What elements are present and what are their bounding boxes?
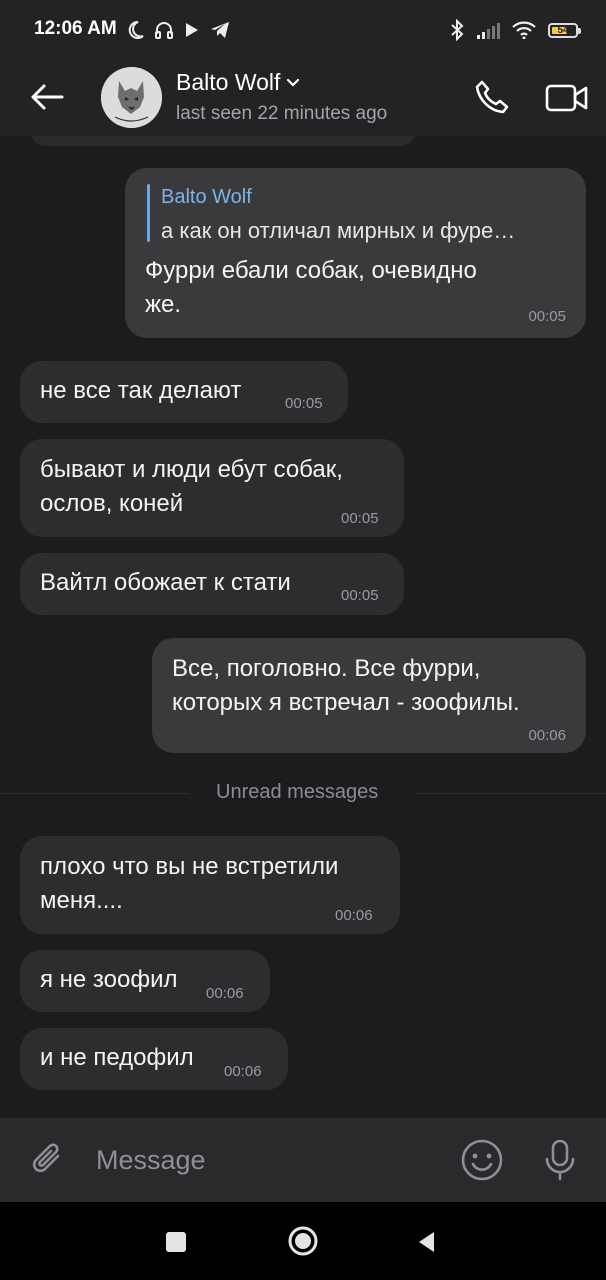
- message-bubble-outgoing[interactable]: Все, поголовно. Все фурри, которых я вст…: [152, 638, 586, 753]
- paperclip-icon: [32, 1143, 60, 1173]
- message-text: Фурри ебали собак, очевидно же.: [145, 257, 477, 318]
- message-text: плохо что вы не встретили меня....: [40, 853, 339, 914]
- unread-messages-label: Unread messages: [216, 781, 379, 803]
- bluetooth-icon: [451, 19, 464, 41]
- unread-divider-right: [416, 793, 606, 794]
- message-time: 00:06: [224, 1063, 262, 1080]
- voice-call-button[interactable]: [468, 74, 516, 122]
- message-bubble-incoming[interactable]: я не зоофил 00:06: [20, 950, 270, 1012]
- smiley-icon: [461, 1139, 503, 1181]
- previous-message-edge: [30, 136, 416, 146]
- message-input[interactable]: [96, 1138, 426, 1182]
- reply-author: Balto Wolf: [161, 186, 252, 208]
- emoji-button[interactable]: [458, 1136, 506, 1184]
- video-call-button[interactable]: [542, 74, 592, 122]
- message-text: и не педофил: [40, 1044, 194, 1071]
- phone-icon: [475, 80, 509, 114]
- message-text: я не зоофил: [40, 966, 178, 993]
- system-nav-bar: [0, 1202, 606, 1280]
- message-time: 00:06: [206, 985, 244, 1002]
- status-time: 12:06 AM: [34, 18, 117, 39]
- headphones-icon: [155, 22, 173, 39]
- chevron-down-icon: [287, 78, 300, 87]
- contact-name[interactable]: Balto Wolf: [176, 69, 300, 96]
- message-composer: [0, 1118, 606, 1202]
- avatar[interactable]: [101, 67, 162, 128]
- message-bubble-incoming[interactable]: бывают и люди ебут собак, ослов, коней 0…: [20, 439, 404, 537]
- last-seen-status: last seen 22 minutes ago: [176, 103, 388, 124]
- reply-snippet: а как он отличал мирных и фуре…: [161, 218, 516, 243]
- message-time: 00:05: [528, 308, 566, 325]
- status-right-icons: 54: [450, 18, 581, 42]
- battery-tip: [578, 27, 581, 34]
- message-time: 00:06: [335, 907, 373, 924]
- recent-apps-button[interactable]: [166, 1232, 186, 1252]
- status-bar: 12:06 AM 54: [0, 0, 606, 60]
- message-bubble-outgoing[interactable]: Balto Wolf а как он отличал мирных и фур…: [125, 168, 586, 338]
- message-list[interactable]: Balto Wolf а как он отличал мирных и фур…: [0, 136, 606, 1118]
- message-time: 00:06: [528, 727, 566, 744]
- message-time: 00:05: [341, 510, 379, 527]
- message-bubble-incoming[interactable]: и не педофил 00:06: [20, 1028, 288, 1090]
- message-bubble-incoming[interactable]: Вайтл обожает к стати 00:05: [20, 553, 404, 615]
- status-left-icons: [126, 18, 230, 42]
- telegram-chat-screen: 12:06 AM 54 Balto Wolf last seen 22 minu…: [0, 0, 606, 1280]
- reply-accent-bar: [147, 184, 150, 242]
- attach-button[interactable]: [26, 1138, 70, 1182]
- message-bubble-incoming[interactable]: не все так делают 00:05: [20, 361, 348, 423]
- voice-message-button[interactable]: [537, 1136, 583, 1184]
- home-button[interactable]: [287, 1225, 319, 1257]
- signal-icon: [477, 23, 500, 39]
- telegram-icon: [211, 22, 229, 38]
- message-text: не все так делают: [40, 377, 242, 404]
- arrow-left-icon: [31, 84, 64, 110]
- contact-name-label: Balto Wolf: [176, 69, 281, 95]
- wifi-icon: [512, 21, 536, 39]
- message-time: 00:05: [341, 587, 379, 604]
- back-button[interactable]: [24, 74, 70, 120]
- play-icon: [186, 23, 198, 37]
- wolf-avatar-icon: [101, 67, 162, 128]
- message-time: 00:05: [285, 395, 323, 412]
- video-camera-icon: [545, 84, 588, 112]
- battery-level: 54: [557, 24, 569, 36]
- chat-header: Balto Wolf last seen 22 minutes ago: [0, 60, 606, 136]
- message-text: Все, поголовно. Все фурри, которых я вст…: [172, 655, 520, 716]
- nav-back-button[interactable]: [416, 1230, 436, 1254]
- microphone-icon: [545, 1139, 575, 1181]
- battery-icon: 54: [548, 22, 581, 38]
- moon-icon: [128, 20, 144, 39]
- message-bubble-incoming[interactable]: плохо что вы не встретили меня.... 00:06: [20, 836, 400, 934]
- message-text: бывают и люди ебут собак, ослов, коней: [40, 456, 343, 517]
- message-text: Вайтл обожает к стати: [40, 569, 291, 596]
- unread-divider-left: [0, 793, 190, 794]
